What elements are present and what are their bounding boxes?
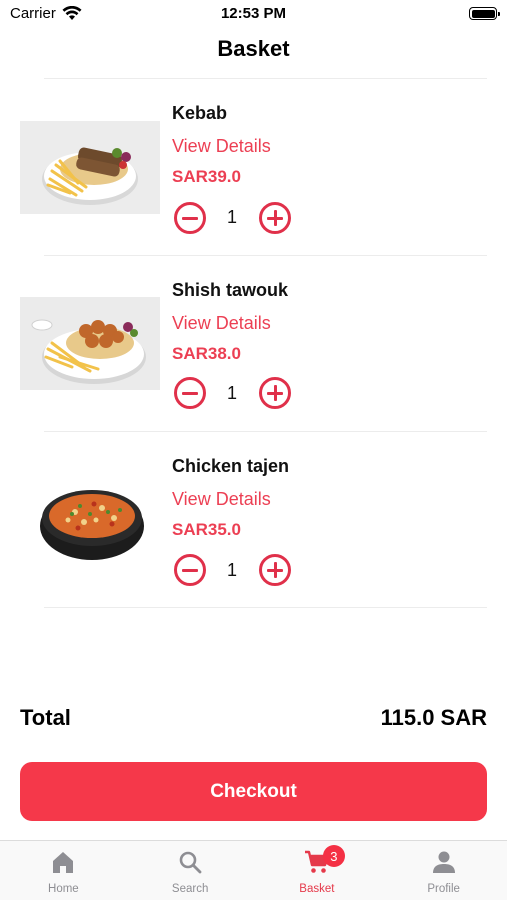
tab-label: Search xyxy=(171,883,209,895)
cart-count-badge: 3 xyxy=(322,845,345,867)
quantity-value: 1 xyxy=(226,207,237,227)
item-name: Chicken tajen xyxy=(172,456,290,476)
quantity-value: 1 xyxy=(226,383,237,403)
chicken-tajen-pot-image xyxy=(20,474,160,567)
minus-icon xyxy=(182,391,198,395)
basket-item-shish-tawouk: Shish tawouk View Details SAR38.0 1 xyxy=(0,256,507,432)
minus-icon xyxy=(182,568,198,572)
shish-tawouk-plate-image xyxy=(20,297,160,390)
tab-bar: Home Search 3 Basket Profile xyxy=(0,840,507,900)
checkout-button[interactable]: Checkout xyxy=(20,762,487,821)
divider xyxy=(44,607,487,608)
total-label: Total xyxy=(20,705,71,730)
status-bar: Carrier 12:53 PM xyxy=(0,0,507,30)
quantity-value: 1 xyxy=(226,560,237,580)
tab-search[interactable]: Search xyxy=(127,841,254,900)
tab-basket[interactable]: 3 Basket xyxy=(254,841,381,900)
basket-item-kebab: Kebab View Details SAR39.0 1 xyxy=(0,79,507,255)
increase-quantity-button[interactable] xyxy=(259,377,291,409)
tab-label: Home xyxy=(48,883,79,895)
increase-quantity-button[interactable] xyxy=(259,202,291,234)
item-image[interactable] xyxy=(20,474,160,567)
decrease-quantity-button[interactable] xyxy=(174,202,206,234)
search-icon xyxy=(179,851,202,874)
item-price: SAR35.0 xyxy=(172,520,241,539)
decrease-quantity-button[interactable] xyxy=(174,377,206,409)
tab-profile[interactable]: Profile xyxy=(380,841,507,900)
item-price: SAR39.0 xyxy=(172,167,241,186)
page-title: Basket xyxy=(217,36,290,61)
item-name: Kebab xyxy=(172,103,228,123)
kebab-plate-image xyxy=(20,121,160,214)
increase-quantity-button[interactable] xyxy=(259,554,291,586)
view-details-link[interactable]: View Details xyxy=(172,489,271,510)
status-time: 12:53 PM xyxy=(220,5,287,22)
minus-icon xyxy=(182,216,198,220)
profile-icon xyxy=(432,851,455,873)
basket-item-chicken-tajen: Chicken tajen View Details SAR35.0 1 xyxy=(0,432,507,608)
decrease-quantity-button[interactable] xyxy=(174,554,206,586)
item-image[interactable] xyxy=(20,121,160,214)
total-value: 115.0 SAR xyxy=(380,705,487,730)
home-icon xyxy=(53,852,74,873)
item-name: Shish tawouk xyxy=(172,280,289,300)
tab-home[interactable]: Home xyxy=(0,841,127,900)
item-image[interactable] xyxy=(20,297,160,390)
battery-icon xyxy=(469,7,500,20)
view-details-link[interactable]: View Details xyxy=(172,313,271,334)
item-price: SAR38.0 xyxy=(172,344,241,363)
view-details-link[interactable]: View Details xyxy=(172,136,271,157)
tab-label: Profile xyxy=(427,883,460,895)
tab-label: Basket xyxy=(299,883,335,895)
